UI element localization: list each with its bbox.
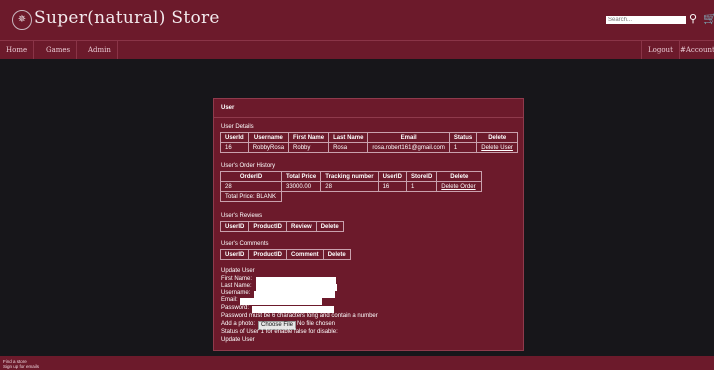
col-header: UserID — [219, 249, 250, 260]
cart-icon[interactable]: 🛒 — [703, 13, 714, 25]
store-logo-icon[interactable]: ✵ — [12, 10, 32, 30]
update-user-heading: Update User — [221, 268, 255, 274]
reviews-table: UserID ProductID Review Delete — [219, 221, 344, 232]
password-hint: Password must be 6 characters long and c… — [221, 313, 378, 319]
col-header: Tracking number — [320, 171, 379, 182]
panel-header: User — [214, 99, 523, 118]
comments-heading: User's Comments — [221, 241, 269, 247]
panel-title: User — [221, 105, 235, 111]
col-header: ProductID — [248, 249, 288, 260]
cell-total-price: 33000.00 — [280, 181, 322, 192]
search-input[interactable] — [606, 16, 686, 24]
col-header: OrderID — [220, 171, 282, 182]
username-label: Username: — [221, 290, 251, 296]
last-name-field[interactable] — [256, 284, 337, 291]
col-header: Delete — [476, 132, 519, 143]
nav-account[interactable]: #Account — [674, 41, 714, 59]
col-header: Last Name — [328, 132, 369, 143]
col-header: Total Price — [280, 171, 322, 182]
delete-order-link[interactable]: Delete Order — [436, 181, 483, 192]
header-bar: ✵ Super(natural) Store ⚲ 🛒 — [0, 0, 714, 40]
col-header: Comment — [286, 249, 324, 260]
cell-username: RobbyRosa — [247, 142, 290, 153]
user-details-table: UserId Username First Name Last Name Ema… — [220, 132, 519, 153]
col-header: UserID — [377, 171, 407, 182]
table-header-row: OrderID Total Price Tracking number User… — [220, 171, 483, 182]
table-row: Total Price: BLANK — [220, 191, 482, 202]
cell-storeid: 1 — [405, 181, 438, 192]
col-header: Status — [448, 132, 478, 143]
status-label: Status of User 1 for enable false for di… — [221, 329, 338, 335]
cell-tracking: 28 — [320, 181, 379, 192]
email-field[interactable] — [240, 298, 322, 305]
reviews-heading: User's Reviews — [221, 213, 263, 219]
cell-status: 1 — [448, 142, 478, 153]
file-status: No file chosen — [297, 321, 336, 327]
col-header: UserID — [219, 221, 250, 232]
nav-games[interactable]: Games — [40, 41, 78, 59]
order-history-table: OrderID Total Price Tracking number User… — [220, 171, 483, 202]
col-header: ProductID — [248, 221, 288, 232]
col-header: First Name — [288, 132, 330, 143]
nav-bar: Home Games Admin Logout #Account — [0, 40, 714, 59]
footer-bar: Find a store Sign up for emails — [0, 356, 714, 370]
username-field[interactable] — [254, 291, 335, 298]
email-label: Email: — [221, 297, 238, 303]
cell-userid: 16 — [377, 181, 407, 192]
cell-orderid: 28 — [220, 181, 282, 192]
cell-userid: 16 — [220, 142, 249, 153]
delete-user-link[interactable]: Delete User — [476, 142, 519, 153]
nav-admin[interactable]: Admin — [82, 41, 118, 59]
col-header: Delete — [315, 221, 344, 232]
col-header: UserId — [220, 132, 249, 143]
nav-home[interactable]: Home — [0, 41, 35, 59]
signup-emails-link[interactable]: Sign up for emails — [3, 364, 39, 369]
cell-email: rosa.robert161@gmail.com — [367, 142, 450, 153]
order-history-heading: User's Order History — [221, 163, 276, 169]
cell-total-price-summary: Total Price: BLANK — [220, 191, 282, 202]
first-name-label: First Name: — [221, 276, 253, 282]
comments-table: UserID ProductID Comment Delete — [219, 249, 351, 260]
update-user-button[interactable]: Update User — [221, 337, 255, 343]
first-name-field[interactable] — [256, 277, 336, 284]
last-name-label: Last Name: — [221, 283, 252, 289]
photo-label: Add a photo: — [221, 321, 256, 327]
col-header: Email — [367, 132, 450, 143]
cell-first-name: Robby — [288, 142, 330, 153]
col-header: Delete — [322, 249, 351, 260]
table-header-row: UserID ProductID Comment Delete — [219, 249, 351, 260]
table-header-row: UserId Username First Name Last Name Ema… — [220, 132, 519, 143]
col-header: Username — [247, 132, 290, 143]
col-header: StoreID — [405, 171, 438, 182]
cell-last-name: Rosa — [328, 142, 369, 153]
col-header: Review — [286, 221, 317, 232]
user-details-heading: User Details — [221, 124, 254, 130]
password-label: Password: — [221, 305, 250, 311]
table-row: 16 RobbyRosa Robby Rosa rosa.robert161@g… — [220, 142, 519, 153]
table-row: 28 33000.00 28 16 1 Delete Order — [220, 181, 483, 192]
password-field[interactable] — [252, 306, 334, 313]
site-title[interactable]: Super(natural) Store — [34, 8, 220, 28]
user-panel: User User Details UserId Username First … — [213, 98, 524, 351]
table-header-row: UserID ProductID Review Delete — [219, 221, 344, 232]
col-header: Delete — [436, 171, 483, 182]
search-icon[interactable]: ⚲ — [689, 13, 697, 25]
